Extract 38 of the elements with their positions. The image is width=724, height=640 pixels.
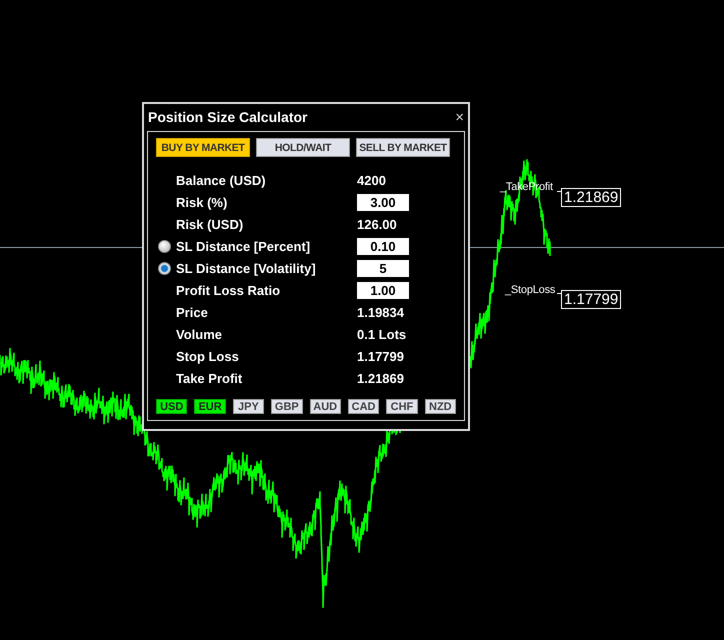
currency-button[interactable]: JPY	[232, 399, 264, 414]
field-value: 0.1 Lots	[357, 326, 408, 342]
currency-button[interactable]: CHF	[386, 399, 418, 414]
currency-button[interactable]: CAD	[348, 399, 380, 414]
input-field[interactable]: 5	[357, 260, 409, 276]
field-value: 126.00	[357, 216, 398, 232]
field-value: 1.19834	[357, 304, 405, 320]
field-label: SL Distance [Percent]	[176, 238, 312, 254]
action-button[interactable]: BUY BY MARKET	[156, 138, 250, 157]
field-value: 1.17799	[357, 348, 405, 364]
currency-button[interactable]: GBP	[271, 399, 302, 414]
input-field[interactable]: 0.10	[357, 238, 409, 254]
action-button[interactable]: SELL BY MARKET	[356, 138, 450, 157]
field-value: 1.21869	[357, 370, 405, 386]
currency-button[interactable]: USD	[156, 399, 188, 414]
field-label: Price	[176, 304, 209, 320]
input-field[interactable]: 3.00	[357, 194, 409, 210]
field-label: Stop Loss	[176, 348, 240, 364]
price-tag: 1.17799	[561, 290, 622, 309]
currency-button[interactable]: AUD	[310, 399, 341, 414]
action-button[interactable]: HOLD/WAIT	[256, 138, 350, 157]
field-label: Profit Loss Ratio	[176, 282, 282, 298]
field-label: Risk (USD)	[176, 216, 244, 232]
field-label: SL Distance [Volatility]	[176, 260, 317, 276]
currency-button[interactable]: EUR	[194, 399, 226, 414]
field-label: Risk (%)	[176, 194, 228, 210]
line-label: _StopLoss	[505, 284, 556, 296]
field-value: 4200	[357, 172, 387, 188]
field-label: Balance (USD)	[176, 172, 267, 188]
window-title: Position Size Calculator	[148, 109, 308, 125]
field-label: Volume	[176, 326, 223, 342]
radio-button[interactable]	[158, 262, 171, 274]
currency-button[interactable]: NZD	[424, 399, 456, 414]
close-button[interactable]: ×	[455, 108, 464, 126]
input-field[interactable]: 1.00	[357, 282, 409, 298]
price-tag: 1.21869	[561, 188, 622, 207]
radio-button[interactable]	[158, 240, 171, 252]
field-label: Take Profit	[176, 370, 244, 386]
